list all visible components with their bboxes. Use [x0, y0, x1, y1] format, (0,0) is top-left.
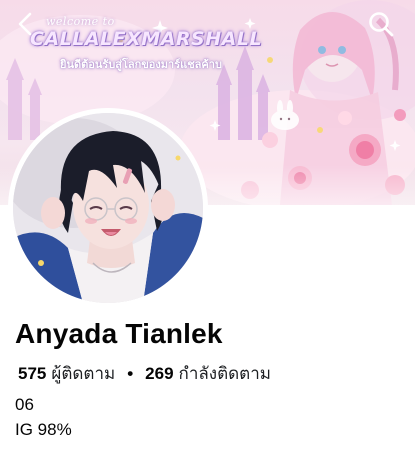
following-count: 269: [145, 364, 174, 383]
followers-count: 575: [18, 364, 47, 383]
bio-line: IG 98%: [15, 420, 72, 439]
banner-subtitle-text: ยินดีต้อนรับสู่โลกของมาร์แชลค้าบ: [60, 59, 222, 71]
banner-welcome-text: welcome to: [46, 15, 115, 28]
follow-stats: 575 ผู้ติดตาม • 269 กำลังติดตาม: [18, 360, 271, 387]
profile-name: Anyada Tianlek: [15, 318, 223, 349]
following-label: กำลังติดตาม: [178, 364, 271, 383]
search-icon: [369, 12, 394, 37]
following-link[interactable]: 269 กำลังติดตาม: [145, 360, 271, 387]
search-button[interactable]: [366, 9, 396, 39]
bio-line: 06: [15, 395, 34, 414]
followers-link[interactable]: 575 ผู้ติดตาม: [18, 360, 115, 387]
back-button[interactable]: [11, 9, 41, 39]
stats-separator: •: [127, 364, 134, 383]
banner-title-text: CALLALEXMARSHALL: [30, 28, 263, 50]
followers-label: ผู้ติดตาม: [51, 364, 116, 383]
profile-picture[interactable]: [8, 108, 208, 308]
chevron-left-icon: [18, 12, 32, 36]
avatar-artwork: [13, 113, 203, 303]
avatar: [13, 113, 203, 303]
